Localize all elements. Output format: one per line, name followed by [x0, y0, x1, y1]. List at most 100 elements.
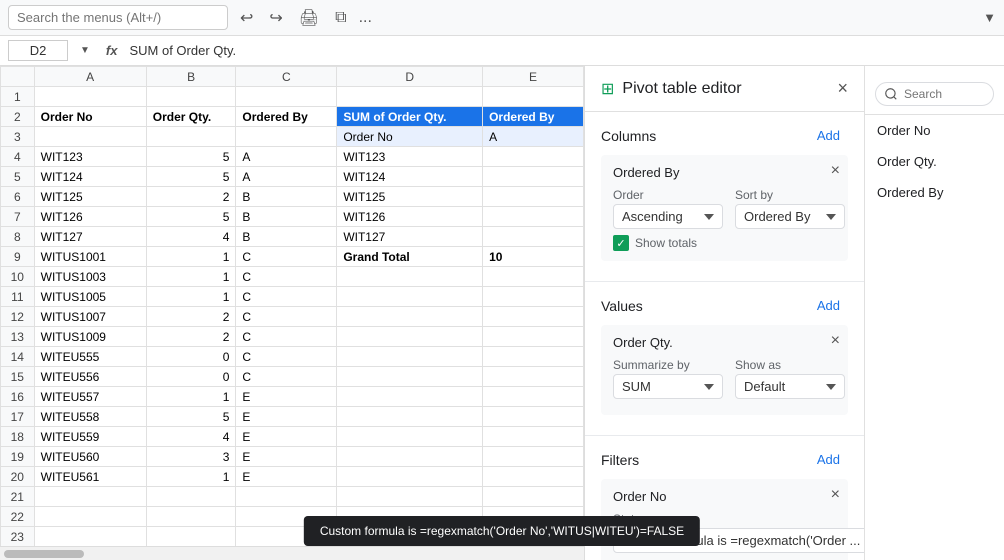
cell[interactable]	[483, 447, 584, 467]
summarize-select[interactable]: SUM	[613, 374, 723, 399]
cell[interactable]: WITEU557	[34, 387, 146, 407]
cell[interactable]: 5	[146, 167, 236, 187]
cell[interactable]	[337, 287, 483, 307]
add-value-button[interactable]: Add	[809, 294, 848, 317]
cell[interactable]: WIT123	[337, 147, 483, 167]
cell[interactable]: 5	[146, 407, 236, 427]
cell[interactable]: 2	[146, 187, 236, 207]
cell[interactable]: 1	[146, 247, 236, 267]
sidebar-item-order-qty[interactable]: Order Qty.	[865, 146, 1004, 177]
cell[interactable]	[483, 307, 584, 327]
cell[interactable]: E	[236, 467, 337, 487]
cell[interactable]: WIT127	[337, 227, 483, 247]
cell[interactable]	[337, 487, 483, 507]
remove-column-button[interactable]: ×	[831, 163, 840, 179]
cell[interactable]: 5	[146, 147, 236, 167]
cell[interactable]: WITUS1007	[34, 307, 146, 327]
cell[interactable]	[483, 327, 584, 347]
cell[interactable]: 1	[146, 267, 236, 287]
cell[interactable]: 4	[146, 227, 236, 247]
cell[interactable]: WITEU559	[34, 427, 146, 447]
horizontal-scrollbar[interactable]	[0, 546, 584, 560]
cell[interactable]	[337, 267, 483, 287]
cell[interactable]	[483, 87, 584, 107]
cell[interactable]	[337, 347, 483, 367]
cell[interactable]	[483, 227, 584, 247]
cell[interactable]	[236, 127, 337, 147]
cell[interactable]: WIT123	[34, 147, 146, 167]
redo-icon[interactable]: ↪	[265, 6, 286, 30]
sidebar-search-input[interactable]	[875, 82, 994, 106]
cell[interactable]: 2	[146, 327, 236, 347]
cell-e2[interactable]: Ordered By	[483, 107, 584, 127]
cell[interactable]	[236, 87, 337, 107]
cell[interactable]	[483, 187, 584, 207]
cell[interactable]	[483, 207, 584, 227]
cell-c2[interactable]: Ordered By	[236, 107, 337, 127]
cell[interactable]	[483, 147, 584, 167]
cell-b2[interactable]: Order Qty.	[146, 107, 236, 127]
cell[interactable]: WITUS1003	[34, 267, 146, 287]
sidebar-item-order-no[interactable]: Order No	[865, 115, 1004, 146]
cell[interactable]	[483, 467, 584, 487]
cell[interactable]	[146, 527, 236, 547]
cell[interactable]	[483, 267, 584, 287]
cell[interactable]	[146, 507, 236, 527]
cell[interactable]: 1	[146, 287, 236, 307]
cell[interactable]: 1	[146, 467, 236, 487]
cell[interactable]	[337, 307, 483, 327]
show-as-select[interactable]: Default	[735, 374, 845, 399]
cell[interactable]: WIT125	[34, 187, 146, 207]
cell[interactable]: 0	[146, 347, 236, 367]
cell[interactable]: A	[236, 167, 337, 187]
cell[interactable]: WITEU555	[34, 347, 146, 367]
scroll-thumb[interactable]	[4, 550, 84, 558]
cell[interactable]: C	[236, 327, 337, 347]
sort-by-select[interactable]: Ordered By	[735, 204, 845, 229]
format-icon[interactable]: ⧉	[331, 7, 350, 29]
cell[interactable]	[337, 467, 483, 487]
cell[interactable]: WITEU558	[34, 407, 146, 427]
cell[interactable]	[483, 407, 584, 427]
cell[interactable]	[337, 407, 483, 427]
order-select[interactable]: Ascending	[613, 204, 723, 229]
cell[interactable]	[337, 427, 483, 447]
cell[interactable]	[236, 487, 337, 507]
cell[interactable]: B	[236, 227, 337, 247]
more-icon[interactable]: ...	[359, 9, 372, 27]
cell[interactable]	[483, 487, 584, 507]
cell[interactable]	[483, 167, 584, 187]
show-totals-checkbox[interactable]	[613, 235, 629, 251]
cell[interactable]: WITUS1009	[34, 327, 146, 347]
cell-d2[interactable]: SUM of Order Qty.	[337, 107, 483, 127]
cell[interactable]: C	[236, 347, 337, 367]
cell[interactable]	[146, 127, 236, 147]
close-pivot-editor-button[interactable]: ×	[837, 78, 848, 99]
cell[interactable]	[483, 367, 584, 387]
cell[interactable]: WIT125	[337, 187, 483, 207]
cell-a2[interactable]: Order No	[34, 107, 146, 127]
cell[interactable]: WITUS1005	[34, 287, 146, 307]
cell[interactable]	[146, 487, 236, 507]
cell[interactable]	[483, 287, 584, 307]
cell[interactable]	[483, 347, 584, 367]
cell[interactable]	[34, 87, 146, 107]
sidebar-item-ordered-by[interactable]: Ordered By	[865, 177, 1004, 208]
cell[interactable]: B	[236, 187, 337, 207]
cell[interactable]: 10	[483, 247, 584, 267]
cell[interactable]: C	[236, 267, 337, 287]
cell[interactable]: C	[236, 287, 337, 307]
cell[interactable]: E	[236, 427, 337, 447]
cell[interactable]	[34, 487, 146, 507]
cell[interactable]: E	[236, 387, 337, 407]
remove-filter-button[interactable]: ×	[831, 487, 840, 503]
cell[interactable]	[337, 387, 483, 407]
cell[interactable]: E	[236, 407, 337, 427]
print-icon[interactable]: 🖨	[295, 6, 323, 30]
cell[interactable]	[337, 327, 483, 347]
collapse-icon[interactable]: ▼	[983, 10, 996, 25]
cell[interactable]: WIT126	[337, 207, 483, 227]
cell[interactable]: E	[236, 447, 337, 467]
cell[interactable]: 4	[146, 427, 236, 447]
cell[interactable]: C	[236, 367, 337, 387]
